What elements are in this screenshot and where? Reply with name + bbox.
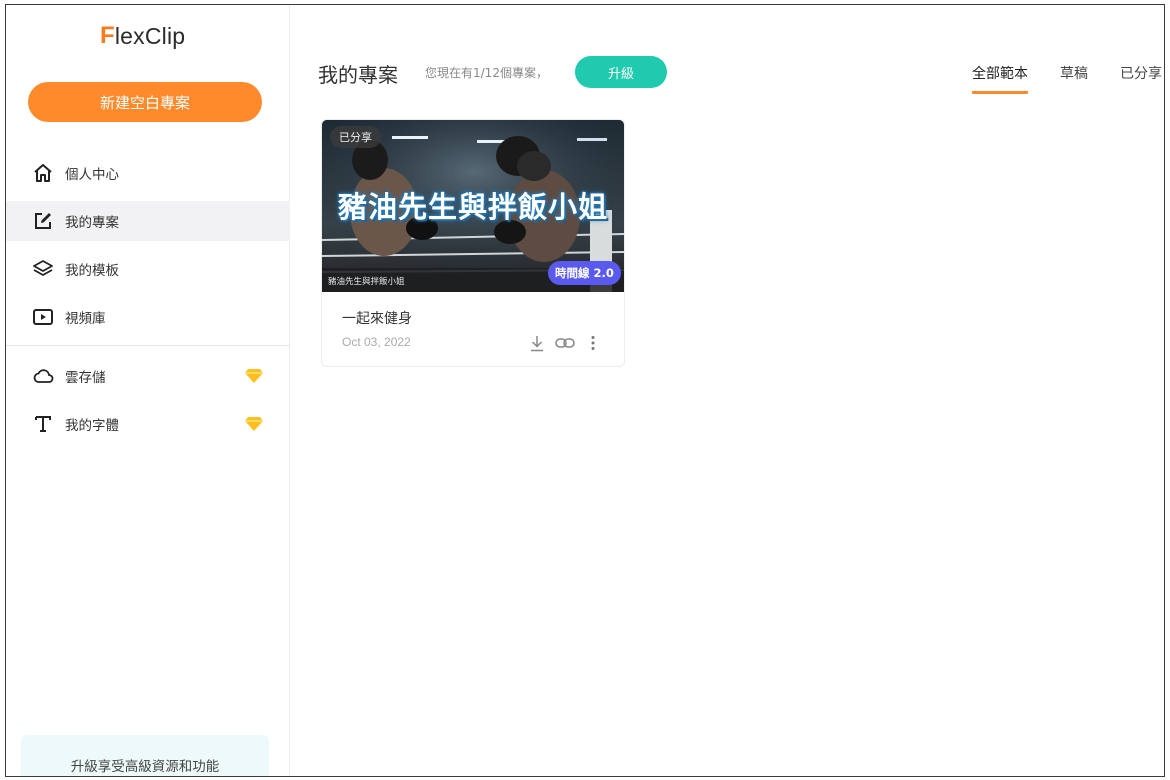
project-quota-text: 您現在有1/12個專案， [425, 66, 548, 80]
sidebar-divider [6, 345, 290, 346]
download-icon[interactable] [526, 334, 548, 352]
sidebar-item-label: 雲存儲 [65, 370, 106, 386]
project-actions [526, 334, 610, 352]
home-icon [32, 162, 54, 184]
sidebar-item-label: 個人中心 [65, 167, 119, 183]
sidebar-item-label: 我的字體 [65, 418, 119, 434]
sidebar-nav: 個人中心 我的專案 我的模板 視頻庫 雲存儲 我的字體 [6, 153, 290, 452]
logo-initial: F [100, 22, 115, 49]
sidebar: FlexClip 新建空白專案 個人中心 我的專案 我的模板 視頻庫 雲存儲 我… [6, 5, 290, 776]
sidebar-item-label: 我的模板 [65, 263, 119, 279]
edit-square-icon [32, 210, 54, 232]
timeline-version-badge: 時間線 2.0 [548, 261, 621, 285]
premium-diamond-icon [244, 416, 264, 432]
project-name[interactable]: 一起來健身 [342, 308, 412, 328]
project-filter-tabs: 全部範本 草稿 已分享 [972, 63, 1164, 94]
sidebar-item-my-projects[interactable]: 我的專案 [6, 201, 290, 241]
more-options-icon[interactable] [582, 334, 604, 352]
video-play-icon [32, 306, 54, 328]
tab-shared[interactable]: 已分享 [1120, 63, 1162, 89]
upgrade-promo-card[interactable]: 升級享受高級資源和功能 [21, 735, 269, 776]
logo-text: lexClip [114, 22, 186, 49]
project-thumbnail[interactable]: 已分享 豬油先生與拌飯小姐 豬油先生與拌飯小姐 時間線 2.0 [322, 120, 624, 292]
thumbnail-overlay-subtitle: 豬油先生與拌飯小姐 [328, 277, 405, 287]
page-title: 我的專案 [318, 63, 398, 87]
shared-status-badge: 已分享 [330, 126, 381, 148]
premium-diamond-icon [244, 368, 264, 384]
upgrade-button[interactable]: 升級 [575, 56, 667, 88]
text-font-icon [32, 413, 54, 435]
sidebar-item-label: 我的專案 [65, 215, 119, 231]
project-card[interactable]: 已分享 豬油先生與拌飯小姐 豬油先生與拌飯小姐 時間線 2.0 一起來健身 Oc… [321, 119, 625, 367]
copy-link-icon[interactable] [554, 334, 576, 352]
sidebar-item-my-fonts[interactable]: 我的字體 [6, 404, 290, 444]
cloud-icon [32, 365, 54, 387]
project-date: Oct 03, 2022 [342, 335, 411, 349]
sidebar-item-label: 視頻庫 [65, 311, 106, 327]
app-window: FlexClip 新建空白專案 個人中心 我的專案 我的模板 視頻庫 雲存儲 我… [5, 4, 1165, 777]
sidebar-item-video-library[interactable]: 視頻庫 [6, 297, 290, 337]
thumbnail-overlay-title: 豬油先生與拌飯小姐 [337, 190, 608, 224]
new-blank-project-button[interactable]: 新建空白專案 [28, 82, 262, 122]
main-content: 我的專案 您現在有1/12個專案， 升級 全部範本 草稿 已分享 已分享 豬油先… [291, 5, 1164, 776]
layers-icon [32, 258, 54, 280]
sidebar-item-personal-center[interactable]: 個人中心 [6, 153, 290, 193]
upgrade-promo-text: 升級享受高級資源和功能 [70, 759, 220, 775]
tab-all-templates[interactable]: 全部範本 [972, 63, 1028, 94]
sidebar-item-cloud-storage[interactable]: 雲存儲 [6, 356, 290, 396]
sidebar-item-my-templates[interactable]: 我的模板 [6, 249, 290, 289]
tab-drafts[interactable]: 草稿 [1060, 63, 1088, 89]
flexclip-logo[interactable]: FlexClip [100, 21, 185, 51]
